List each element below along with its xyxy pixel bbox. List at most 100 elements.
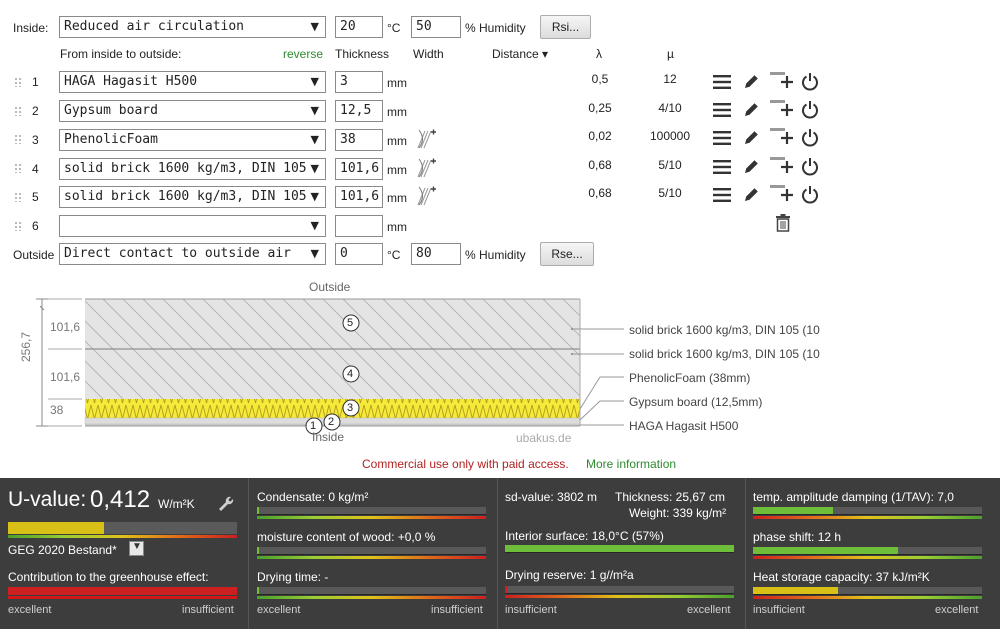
chevron-down-icon: ▼ [310,133,319,146]
layer-lambda: 0,02 [588,129,612,143]
layer-thickness-unit: mm [387,134,407,148]
layer-material-select[interactable]: Gypsum board ▼ [59,100,326,122]
circle-label: 3 [347,402,354,414]
inside-humidity-input[interactable]: 50 [411,16,461,38]
inside-temp-input[interactable]: 20 [335,16,383,38]
inside-condition-value: Reduced air circulation [64,19,245,34]
reverse-link[interactable]: reverse [283,47,323,61]
layer-material-select[interactable]: solid brick 1600 kg/m3, DIN 105 ▼ [59,186,326,208]
layer-mu: 100000 [649,129,691,143]
rsi-button[interactable]: Rsi... [540,15,591,39]
menu-icon[interactable] [713,159,731,175]
menu-icon[interactable] [713,74,731,90]
layer-material-select[interactable]: solid brick 1600 kg/m3, DIN 105 ▼ [59,158,326,180]
distance-header[interactable]: Distance ▾ [492,47,548,61]
layer-material-value: PhenolicFoam [64,132,158,147]
layer-lambda: 0,68 [588,186,612,200]
layer-brick-inner [85,349,580,399]
layer-material-value: Gypsum board [64,103,158,118]
layer-thickness-input[interactable]: 12,5 [335,100,383,122]
temp-amplitude-bar [753,507,982,515]
outside-temp-unit: °C [387,248,401,262]
layer-brick-outer [85,299,580,349]
trash-icon[interactable] [775,214,791,232]
inside-label: Inside: [13,21,49,35]
diagram-outside-label: Outside [309,280,351,294]
layer-thickness-unit: mm [387,220,407,234]
edit-pencil-icon[interactable] [743,186,760,203]
insert-layer-icon[interactable] [770,72,794,90]
drying-reserve-scale [505,595,734,598]
layer-lambda: 0,5 [591,72,609,86]
power-toggle-icon[interactable] [801,72,819,91]
layer-thickness-input[interactable]: 101,6 [335,158,383,180]
layer-thickness-input[interactable]: 101,6 [335,186,383,208]
menu-icon[interactable] [713,130,731,146]
legend-item: solid brick 1600 kg/m3, DIN 105 (10 [629,323,820,337]
phase-shift-text: phase shift: 12 h [753,530,842,544]
outside-temp-input[interactable]: 0 [335,243,383,265]
thickness-text: Thickness: 25,67 cm [615,490,726,504]
uvalue-value: 0,412 [90,486,151,513]
insert-layer-icon[interactable] [770,157,794,175]
power-toggle-icon[interactable] [801,100,819,119]
layer-material-value: HAGA Hagasit H500 [64,74,198,89]
edit-pencil-icon[interactable] [743,129,760,146]
power-toggle-icon[interactable] [801,157,819,176]
menu-icon[interactable] [713,187,731,203]
layer-thickness-unit: mm [387,191,407,205]
insert-layer-icon[interactable] [770,128,794,146]
drag-handle[interactable] [14,134,22,144]
menu-icon[interactable] [713,102,731,118]
standard-dropdown[interactable]: ▼ [129,541,144,556]
watermark: ubakus.de [516,431,572,445]
moisture-text: moisture content of wood: +0,0 % [257,530,436,544]
uvalue-label: U-value: [8,488,87,511]
chevron-down-icon: ▼ [310,219,319,232]
layer-thickness-input[interactable] [335,215,383,237]
layer-lambda: 0,25 [588,101,612,115]
total-thickness-label: 256,7 [19,331,33,362]
rse-button[interactable]: Rse... [540,242,594,266]
diagram-inside-label: Inside [312,430,345,444]
condensate-scale [257,516,486,519]
greenhouse-label: Contribution to the greenhouse effect: [8,570,209,584]
outside-humidity-input[interactable]: 80 [411,243,461,265]
layer-number: 6 [32,219,39,233]
edit-pencil-icon[interactable] [743,158,760,175]
power-toggle-icon[interactable] [801,185,819,204]
layer-material-select[interactable]: HAGA Hagasit H500 ▼ [59,71,326,93]
layer-thickness-input[interactable]: 38 [335,129,383,151]
insert-layer-icon[interactable] [770,100,794,118]
standard-label: GEG 2020 Bestand* [8,543,117,557]
drying-reserve-text: Drying reserve: 1 g//m²a [505,568,634,582]
more-information-link[interactable]: More information [586,457,676,471]
edit-pencil-icon[interactable] [743,73,760,90]
scale-excellent-label: excellent [687,604,731,616]
add-width-hatch-icon[interactable] [417,186,437,206]
edit-pencil-icon[interactable] [743,101,760,118]
layer-material-select[interactable]: PhenolicFoam ▼ [59,129,326,151]
drag-handle[interactable] [14,106,22,116]
power-toggle-icon[interactable] [801,128,819,147]
add-width-hatch-icon[interactable] [417,158,437,178]
drag-handle[interactable] [14,77,22,87]
drag-handle[interactable] [14,163,22,173]
layer-thickness-input[interactable]: 3 [335,71,383,93]
wrench-icon[interactable] [216,494,234,512]
insert-layer-icon[interactable] [770,185,794,203]
add-width-hatch-icon[interactable] [417,129,437,149]
drag-handle[interactable] [14,192,22,202]
outside-condition-select[interactable]: Direct contact to outside air ▼ [59,243,326,265]
scale-excellent-label: excellent [935,604,979,616]
moisture-bar [257,547,486,555]
uvalue-scale [8,535,237,538]
condensate-bar [257,507,486,515]
inside-temp-unit: °C [387,21,401,35]
inside-condition-select[interactable]: Reduced air circulation ▼ [59,16,326,38]
heat-storage-text: Heat storage capacity: 37 kJ/m²K [753,570,930,584]
dim-label-foam: 38 [50,403,64,417]
drag-handle[interactable] [14,221,22,231]
chevron-down-icon: ▼ [310,190,319,203]
layer-material-select[interactable]: ▼ [59,215,326,237]
